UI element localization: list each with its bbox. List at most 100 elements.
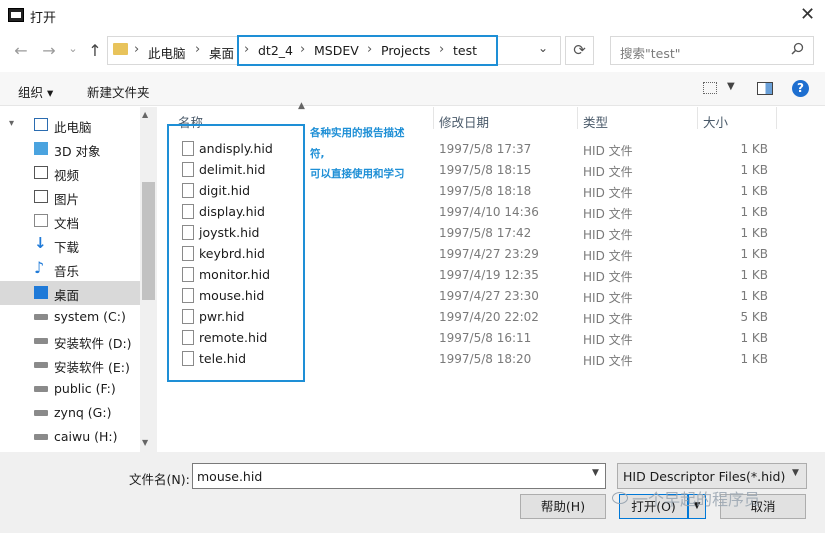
document-icon	[34, 214, 48, 227]
sidebar-item-label: 桌面	[54, 288, 80, 303]
new-folder-button[interactable]: 新建文件夹	[87, 82, 150, 101]
sidebar-item-label: caiwu (H:)	[54, 429, 118, 444]
cube-icon	[34, 142, 48, 155]
watermark-text: 一个早起的程序员	[632, 490, 761, 509]
annotation-line: 可以直接使用和学习	[310, 168, 405, 180]
file-size: 1 KB	[740, 142, 768, 156]
sidebar-item[interactable]: caiwu (H:)	[0, 425, 140, 449]
drive-icon	[34, 434, 48, 440]
file-size: 1 KB	[740, 226, 768, 240]
scroll-up-icon[interactable]: ▲	[142, 110, 148, 119]
scrollbar-thumb[interactable]	[142, 182, 155, 300]
filter-dropdown-icon[interactable]: ▼	[792, 468, 799, 478]
sidebar-item-label: zynq (G:)	[54, 405, 112, 420]
sidebar-item[interactable]: zynq (G:)	[0, 401, 140, 425]
view-dropdown-icon[interactable]: ▼	[727, 81, 735, 92]
column-header-modified[interactable]: 修改日期	[439, 112, 489, 131]
sidebar-item-label: public (F:)	[54, 381, 116, 396]
folder-icon	[113, 43, 128, 55]
sidebar-item-label: 此电脑	[54, 120, 92, 135]
music-icon: ♪	[34, 258, 45, 277]
sidebar-item[interactable]: ↓ 下载	[0, 233, 140, 257]
forward-button[interactable]: →	[38, 40, 60, 62]
drive-icon	[34, 338, 48, 344]
file-type: HID 文件	[583, 333, 633, 347]
sidebar-item[interactable]: system (C:)	[0, 305, 140, 329]
drive-icon	[34, 314, 48, 320]
help-button[interactable]: 帮助(H)	[520, 494, 606, 519]
file-type: HID 文件	[583, 228, 633, 242]
recent-dropdown-icon[interactable]: ⌄	[62, 38, 84, 60]
annotation-line: 符,	[310, 148, 325, 160]
column-header-type[interactable]: 类型	[583, 112, 608, 131]
file-type: HID 文件	[583, 249, 633, 263]
scroll-down-icon[interactable]: ▼	[142, 438, 148, 447]
file-modified-date: 1997/4/20 22:02	[439, 310, 539, 324]
file-type: HID 文件	[583, 186, 633, 200]
file-size: 1 KB	[740, 184, 768, 198]
sidebar-item[interactable]: 桌面	[0, 281, 140, 305]
download-icon: ↓	[34, 234, 47, 252]
file-type: HID 文件	[583, 165, 633, 179]
column-divider[interactable]	[577, 107, 578, 129]
watermark-logo-icon	[612, 492, 628, 504]
file-size: 1 KB	[740, 205, 768, 219]
filename-dropdown-icon[interactable]: ▼	[592, 468, 599, 478]
help-icon[interactable]: ?	[792, 80, 809, 97]
file-modified-date: 1997/4/10 14:36	[439, 205, 539, 219]
breadcrumb-separator: ›	[134, 42, 140, 57]
back-button[interactable]: ←	[10, 40, 32, 62]
filename-input[interactable]: mouse.hid	[197, 469, 262, 484]
sidebar-item[interactable]: 文档	[0, 209, 140, 233]
sidebar-item[interactable]: 3D 对象	[0, 137, 140, 161]
file-modified-date: 1997/5/8 18:18	[439, 184, 532, 198]
desktop-icon	[34, 286, 48, 299]
file-size: 5 KB	[740, 310, 768, 324]
file-modified-date: 1997/5/8 17:42	[439, 226, 532, 240]
breadcrumb-item[interactable]: 桌面	[209, 43, 234, 62]
sidebar-item[interactable]: 视频	[0, 161, 140, 185]
file-modified-date: 1997/4/27 23:30	[439, 289, 539, 303]
sidebar-item-label: system (C:)	[54, 309, 126, 324]
sidebar-item-label: 文档	[54, 216, 80, 231]
file-type: HID 文件	[583, 144, 633, 158]
file-size: 1 KB	[740, 268, 768, 282]
view-options-icon[interactable]	[703, 82, 717, 94]
sidebar-item[interactable]: public (F:)	[0, 377, 140, 401]
file-type: HID 文件	[583, 312, 633, 326]
preview-pane-icon[interactable]	[757, 82, 773, 95]
file-type-filter-label[interactable]: HID Descriptor Files(*.hid)	[623, 469, 785, 484]
search-input[interactable]: 搜索"test"	[620, 43, 681, 62]
column-divider[interactable]	[697, 107, 698, 129]
file-modified-date: 1997/5/8 18:20	[439, 352, 532, 366]
organize-button[interactable]: 组织 ▾	[18, 82, 53, 101]
sort-arrow-icon: ▲	[298, 101, 305, 111]
file-modified-date: 1997/4/19 12:35	[439, 268, 539, 282]
sidebar-item[interactable]: ♪ 音乐	[0, 257, 140, 281]
close-button[interactable]: ✕	[790, 0, 825, 31]
sidebar-item-label: 3D 对象	[54, 144, 101, 159]
sidebar-item[interactable]: 安装软件 (E:)	[0, 353, 140, 377]
sidebar-item[interactable]: 安装软件 (D:)	[0, 329, 140, 353]
file-modified-date: 1997/5/8 16:11	[439, 331, 532, 345]
sidebar-item[interactable]: 图片	[0, 185, 140, 209]
file-modified-date: 1997/4/27 23:29	[439, 247, 539, 261]
title-bar	[0, 0, 825, 31]
search-icon[interactable]	[791, 42, 804, 59]
sidebar-item-label: 音乐	[54, 264, 80, 279]
up-button[interactable]: ↑	[84, 40, 106, 62]
address-dropdown-icon[interactable]: ⌄	[538, 41, 548, 55]
column-header-size[interactable]: 大小	[703, 112, 728, 131]
file-size: 1 KB	[740, 247, 768, 261]
column-divider[interactable]	[433, 107, 434, 129]
sidebar-item-label: 图片	[54, 192, 80, 207]
filename-label: 文件名(N):	[129, 472, 190, 487]
drive-icon	[34, 386, 48, 392]
breadcrumb-item[interactable]: 此电脑	[148, 43, 186, 62]
column-divider[interactable]	[776, 107, 777, 129]
refresh-button[interactable]: ⟳	[565, 36, 594, 65]
file-type: HID 文件	[583, 291, 633, 305]
sidebar-item[interactable]: 此电脑	[0, 113, 140, 137]
breadcrumb-highlight-box	[237, 35, 498, 66]
drive-icon	[34, 362, 48, 368]
